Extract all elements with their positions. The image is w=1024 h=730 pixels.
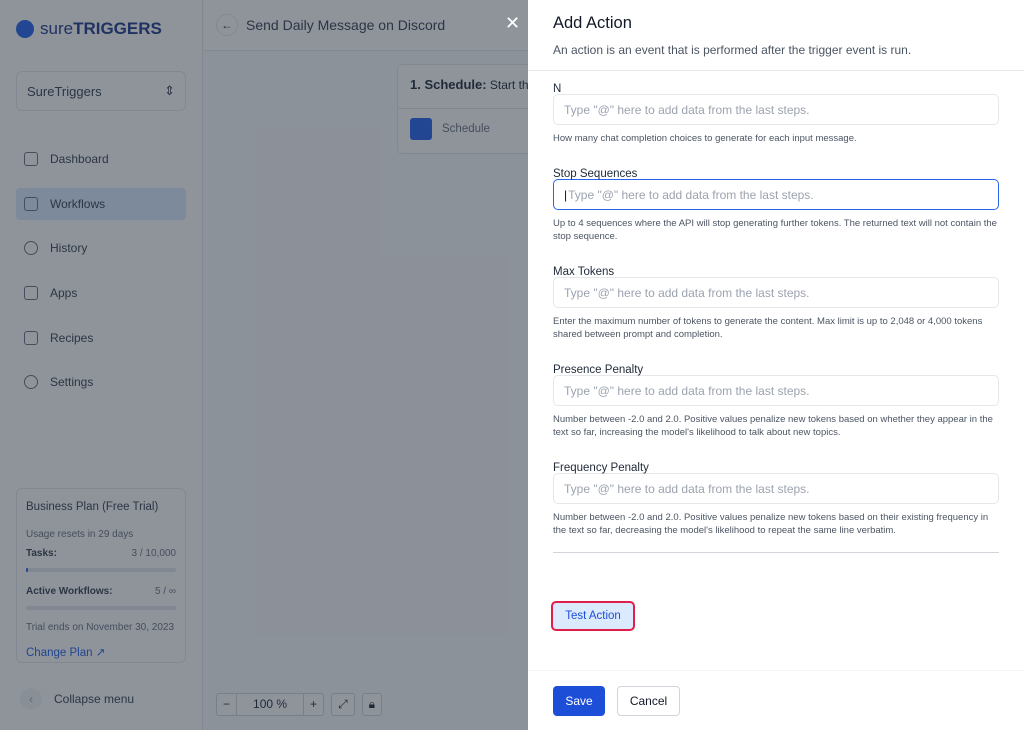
field-input[interactable]: Type "@" here to add data from the last … bbox=[553, 473, 999, 504]
field-help: Number between -2.0 and 2.0. Positive va… bbox=[553, 512, 989, 536]
field-input[interactable]: Type "@" here to add data from the last … bbox=[553, 277, 999, 308]
field-placeholder: Type "@" here to add data from the last … bbox=[564, 102, 810, 117]
add-action-panel: Add Action An action is an event that is… bbox=[528, 0, 1024, 730]
field-placeholder: Type "@" here to add data from the last … bbox=[564, 481, 810, 496]
field-help: Number between -2.0 and 2.0. Positive va… bbox=[553, 414, 993, 438]
panel-subtitle: An action is an event that is performed … bbox=[553, 43, 912, 57]
field-presence-penalty: Presence Penalty Type "@" here to add da… bbox=[553, 364, 999, 439]
divider bbox=[553, 552, 999, 553]
field-help: How many chat completion choices to gene… bbox=[553, 133, 857, 144]
cancel-button[interactable]: Cancel bbox=[617, 685, 680, 716]
field-help: Up to 4 sequences where the API will sto… bbox=[553, 218, 997, 242]
field-placeholder: Type "@" here to add data from the last … bbox=[564, 383, 810, 398]
field-input[interactable]: Type "@" here to add data from the last … bbox=[553, 375, 999, 406]
field-help: Enter the maximum number of tokens to ge… bbox=[553, 316, 983, 340]
panel-title: Add Action bbox=[553, 14, 632, 32]
save-button[interactable]: Save bbox=[553, 685, 605, 716]
field-placeholder: Type "@" here to add data from the last … bbox=[564, 285, 810, 300]
field-placeholder: Type "@" here to add data from the last … bbox=[568, 187, 814, 202]
field-max-tokens: Max Tokens Type "@" here to add data fro… bbox=[553, 266, 999, 341]
field-n: N Type "@" here to add data from the las… bbox=[553, 83, 999, 145]
field-stop-sequences: Stop Sequences | Type "@" here to add dat… bbox=[553, 168, 999, 243]
close-icon[interactable]: ✕ bbox=[505, 13, 520, 34]
field-input[interactable]: Type "@" here to add data from the last … bbox=[553, 94, 999, 125]
field-input[interactable]: | Type "@" here to add data from the last… bbox=[553, 179, 999, 210]
test-action-button[interactable]: Test Action bbox=[551, 601, 635, 631]
field-frequency-penalty: Frequency Penalty Type "@" here to add d… bbox=[553, 462, 999, 537]
